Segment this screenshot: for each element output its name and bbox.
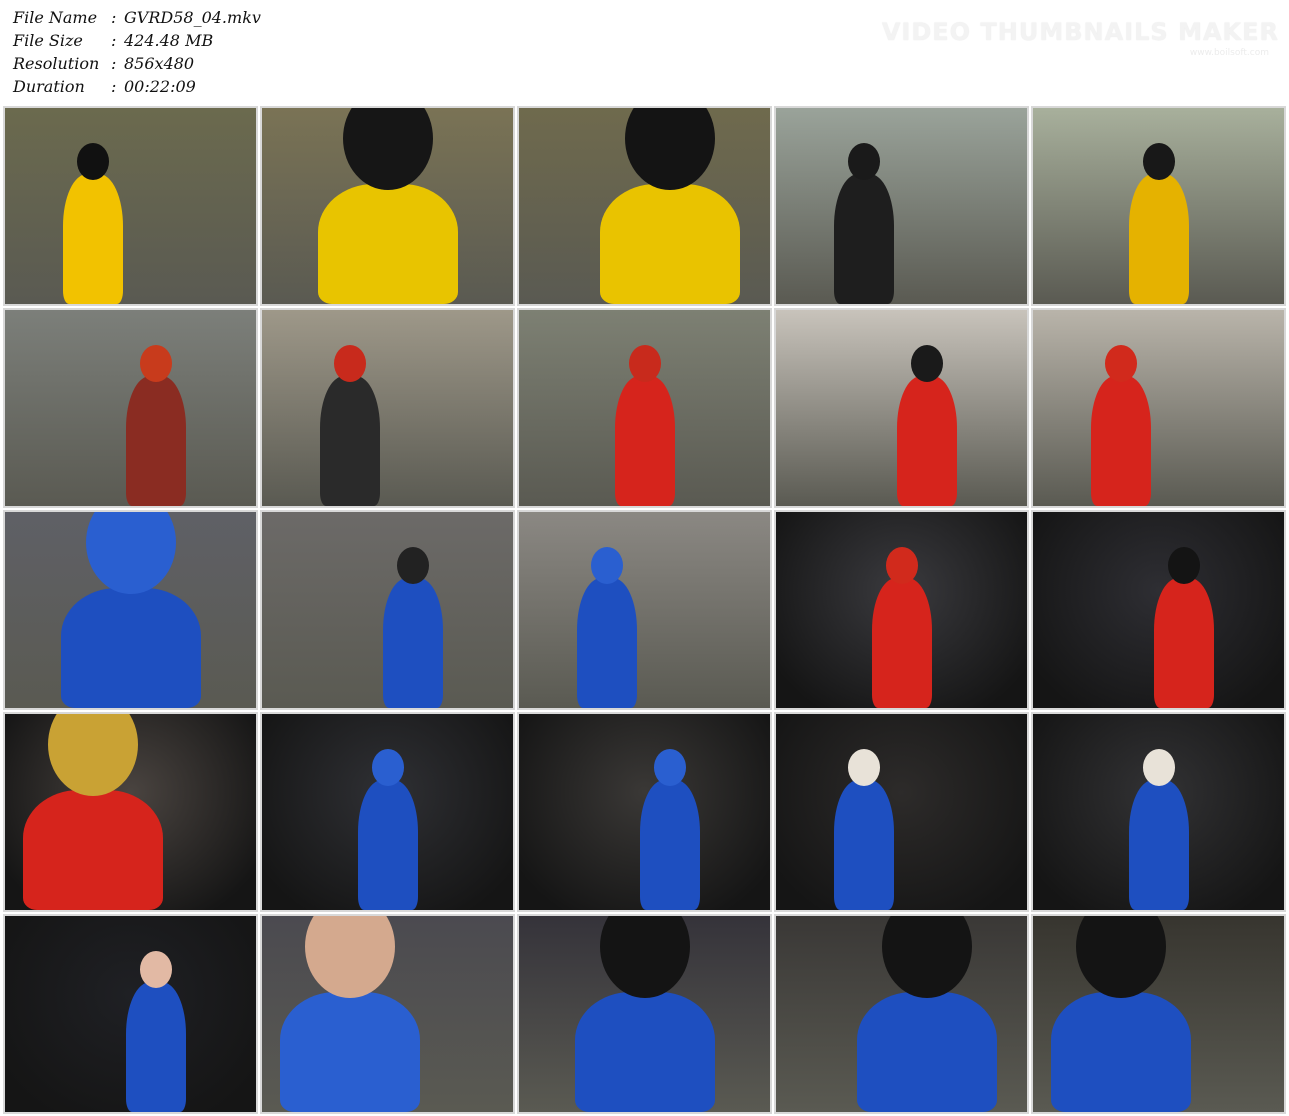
video-thumbnail [1031,510,1286,710]
figure-body [62,174,123,304]
video-thumbnail [3,106,258,306]
thumbnail-frame-image [776,714,1027,910]
thumbnail-frame-image [1033,310,1284,506]
figure-body [896,376,957,506]
thumbnail-frame-image [519,512,770,708]
figure-head [590,547,623,584]
figure-body [1050,992,1191,1112]
figure-body [871,578,932,708]
file-name-label: File Name [13,8,98,27]
resolution-value: 856x480 [124,54,195,73]
video-thumbnail [774,510,1029,710]
figure-body [317,184,458,304]
figure-body [22,790,163,910]
figure-head [76,143,109,180]
file-size-value: 424.48 MB [124,31,214,50]
watermark-subtitle: www.boilsoft.com [1189,48,1269,58]
figure-head [847,143,880,180]
figure-body [382,578,443,708]
duration-value: 00:22:09 [124,77,196,96]
figure-body [599,184,740,304]
video-thumbnail [3,510,258,710]
figure-body [833,780,894,910]
video-thumbnail [260,914,515,1114]
figure-body [1153,578,1214,708]
watermark-title: VIDEO THUMBNAILS MAKER [881,18,1279,46]
video-thumbnail [3,914,258,1114]
video-thumbnail [1031,712,1286,912]
figure-body [1128,174,1189,304]
figure-head [1142,143,1175,180]
figure-body [576,578,637,708]
video-thumbnail [260,106,515,306]
video-thumbnail [517,914,772,1114]
video-thumbnail [517,510,772,710]
figure-body [1090,376,1151,506]
figure-head [885,547,918,584]
video-thumbnail [3,712,258,912]
resolution-label: Resolution [13,54,100,73]
video-thumbnail [1031,106,1286,306]
figure-body [279,992,420,1112]
file-info-panel: File Name : GVRD58_04.mkv File Size : 42… [13,6,261,98]
figure-head [628,345,661,382]
video-thumbnail [774,308,1029,508]
video-thumbnail [774,712,1029,912]
duration-separator: : [111,77,117,96]
figure-body [125,376,186,506]
figure-body [125,982,186,1112]
video-thumbnail [517,712,772,912]
resolution-row: Resolution : 856x480 [13,52,261,75]
file-size-label: File Size [13,31,83,50]
video-thumbnail [1031,914,1286,1114]
video-thumbnail [517,106,772,306]
video-thumbnail [774,106,1029,306]
figure-head [371,749,404,786]
contact-sheet: File Name : GVRD58_04.mkv File Size : 42… [0,0,1289,1116]
figure-head [1167,547,1200,584]
duration-label: Duration [13,77,85,96]
figure-head [1104,345,1137,382]
figure-body [614,376,675,506]
file-size-separator: : [111,31,117,50]
figure-body [1128,780,1189,910]
file-size-row: File Size : 424.48 MB [13,29,261,52]
figure-head [139,345,172,382]
thumbnail-frame-image [5,108,256,304]
figure-head [910,345,943,382]
figure-head [139,951,172,988]
video-thumbnail [260,308,515,508]
figure-body [574,992,715,1112]
video-thumbnail [260,712,515,912]
resolution-separator: : [111,54,117,73]
figure-body [357,780,418,910]
video-thumbnail [1031,308,1286,508]
file-name-value: GVRD58_04.mkv [124,8,261,27]
video-thumbnail [774,914,1029,1114]
duration-row: Duration : 00:22:09 [13,75,261,98]
figure-head [1142,749,1175,786]
figure-body [856,992,997,1112]
thumbnail-frame-image [262,310,513,506]
figure-body [319,376,380,506]
figure-body [639,780,700,910]
figure-head [847,749,880,786]
file-name-separator: : [111,8,117,27]
file-name-row: File Name : GVRD58_04.mkv [13,6,261,29]
thumbnail-frame-image [776,108,1027,304]
thumbnail-grid [2,105,1287,1115]
figure-body [60,588,201,708]
video-thumbnail [3,308,258,508]
figure-head [333,345,366,382]
video-thumbnail [260,510,515,710]
figure-head [653,749,686,786]
video-thumbnail [517,308,772,508]
figure-head [396,547,429,584]
figure-body [833,174,894,304]
